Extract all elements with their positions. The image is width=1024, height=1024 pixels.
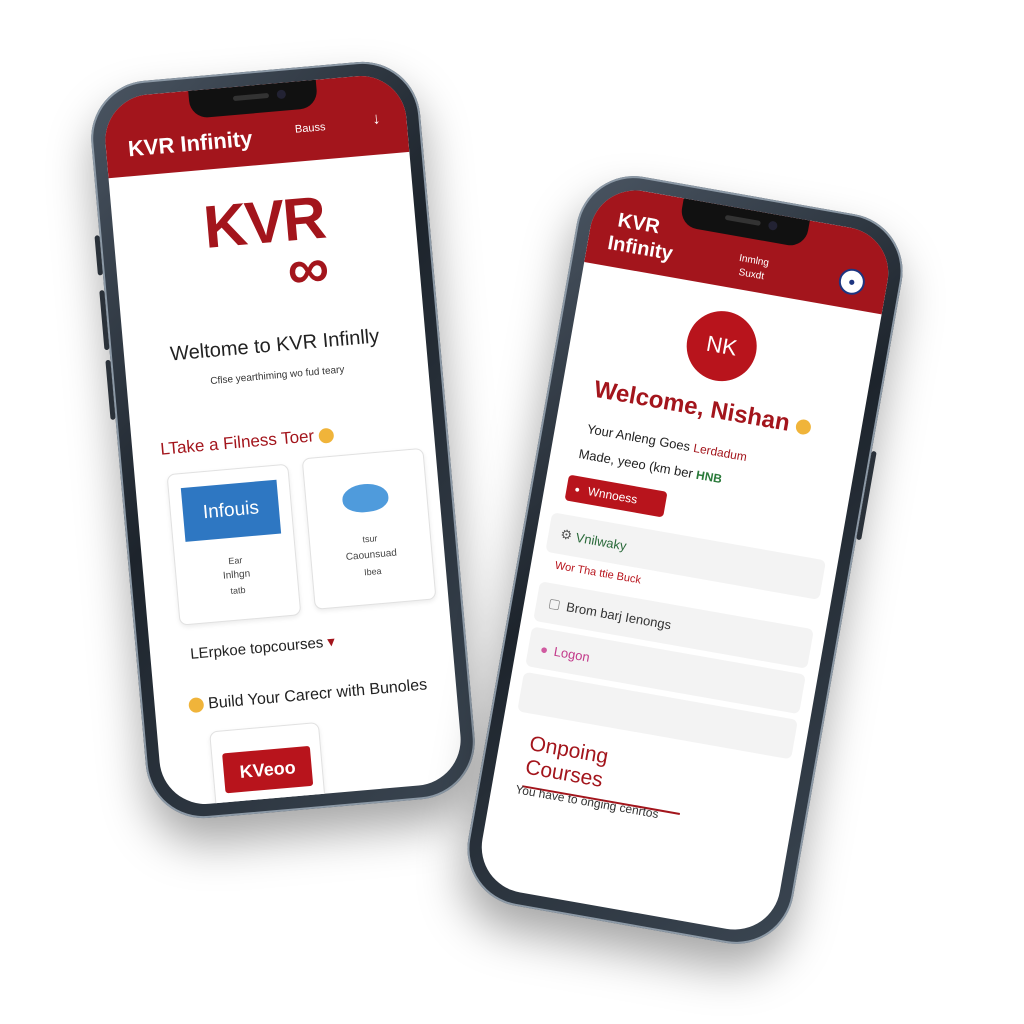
volume-button (99, 290, 110, 351)
bundle-banner: KVeoo (222, 745, 314, 794)
bundle-caption: Vtsanos (254, 800, 288, 808)
app-title: KVR Infinity (126, 125, 254, 162)
volume-button (105, 359, 116, 420)
nav-link[interactable]: Bauss (294, 121, 326, 136)
avatar: NK (681, 305, 763, 387)
bell-icon: ▢ (547, 595, 562, 612)
user-icon[interactable]: ● (836, 266, 867, 297)
hand-icon (188, 697, 205, 714)
logo: KVR ∞ (111, 180, 421, 306)
logout-icon: ● (539, 640, 550, 657)
right-screen: KVR Infinity Inmlng Suxdt ● NK Welcome, … (474, 183, 896, 937)
app-bar: KVR Infinity Inmlng Suxdt ● (584, 183, 896, 315)
course-caption: Ibea (363, 565, 382, 578)
explore-heading: LErpkoe topcourses ▾ (189, 633, 336, 663)
goals-value: Lerdadum (692, 440, 749, 465)
wellness-button[interactable]: ● Wnnoess (564, 474, 668, 518)
bowl-icon: ▾ (326, 633, 336, 651)
menu-item[interactable]: ⚙ Vnilwaky (545, 512, 827, 600)
right-phone: KVR Infinity Inmlng Suxdt ● NK Welcome, … (458, 166, 912, 954)
cloud-icon (341, 482, 390, 514)
volume-button (94, 235, 103, 276)
made-value: HNB (695, 467, 724, 487)
power-button (856, 450, 877, 541)
download-icon[interactable]: ↓ (372, 110, 382, 129)
course-banner: Infouis (180, 479, 282, 542)
gear-icon: ⚙ (559, 526, 574, 543)
left-phone: KVR Infinity Bauss ↓ KVR ∞ Weltome to KV… (86, 57, 480, 823)
nav-link[interactable]: Inmlng (738, 253, 769, 269)
course-card[interactable]: tsur Caounsuad Ibea (301, 447, 437, 610)
course-card[interactable]: Infouis Ear Inlhgn tatb (166, 463, 302, 626)
wave-icon (794, 418, 813, 436)
bundle-card[interactable]: KVeoo Vtsanos (209, 721, 328, 808)
fitness-heading: LTake a Filness Toer (160, 425, 335, 460)
career-heading: Build Your Carecr with Bunoles (188, 676, 428, 715)
nav-link[interactable]: Suxdt (738, 267, 765, 282)
dot-icon: ● (573, 483, 581, 495)
left-screen: KVR Infinity Bauss ↓ KVR ∞ Weltome to KV… (101, 72, 465, 808)
app-title: Infinity (606, 231, 675, 266)
hand-icon (318, 427, 335, 444)
